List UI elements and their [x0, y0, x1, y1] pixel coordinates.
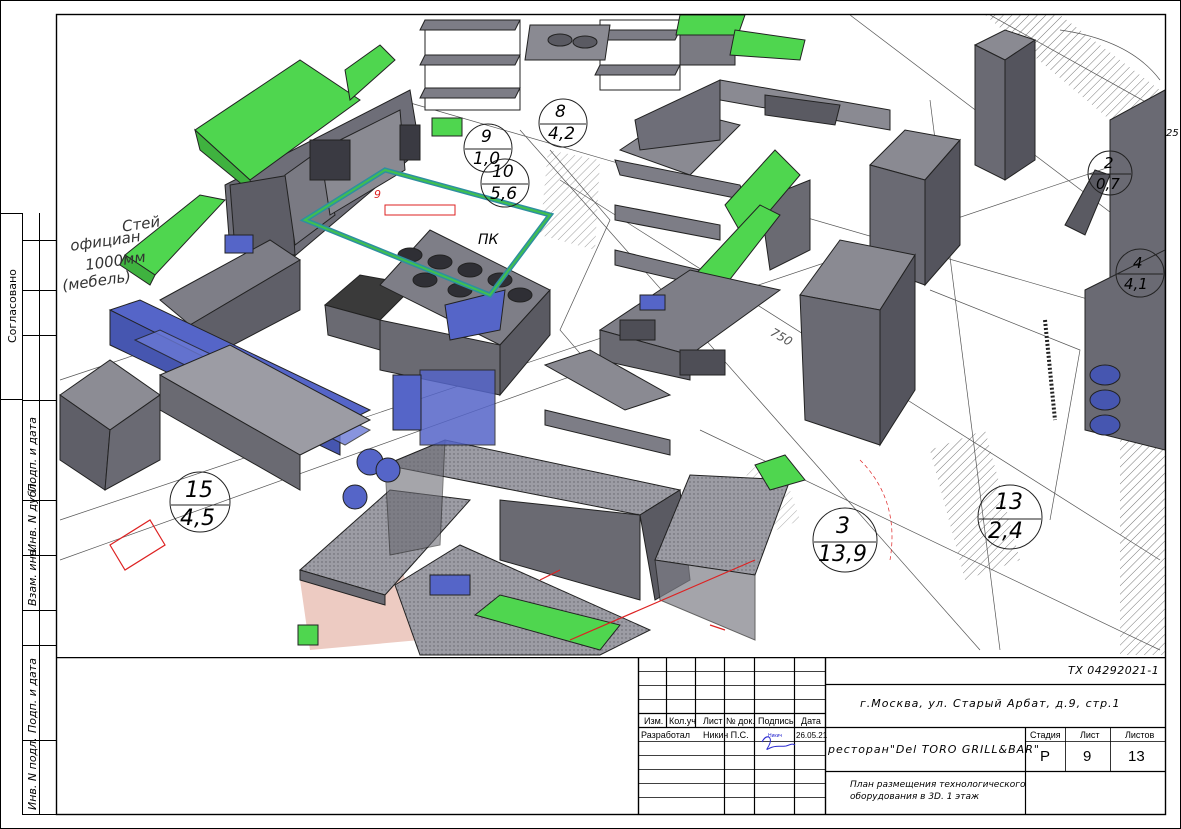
- title-block: [56, 657, 1166, 815]
- zone-13-bottom: 2,4: [988, 519, 1023, 544]
- sheet-title-2: оборудования в 3D. 1 этаж: [850, 792, 980, 802]
- sheets-label: Листов: [1125, 730, 1155, 740]
- zone-4-bottom: 4,1: [1124, 275, 1148, 293]
- sheet-title-1: План размещения технологического: [850, 780, 1026, 790]
- col-doc: № док.: [726, 716, 755, 726]
- zone-3-bottom: 13,9: [818, 542, 867, 567]
- zone-10-top: 10: [492, 162, 514, 182]
- zone-15-top: 15: [185, 478, 213, 503]
- zone-4-top: 4: [1133, 254, 1143, 272]
- project-name: ресторан"Del TORO GRILL&BAR": [828, 743, 1040, 756]
- marker-25: 25: [1166, 128, 1179, 139]
- original-inv-label: Инв. N подл.: [26, 737, 39, 810]
- main-hood-line: [194, 44, 421, 261]
- sheets-value: 13: [1128, 748, 1145, 765]
- equipment-3d-plan: [59, 15, 1165, 656]
- zone-8-top: 8: [555, 102, 566, 122]
- zone-13-top: 13: [995, 490, 1023, 515]
- developer-name: Никич П.С.: [703, 730, 749, 740]
- address: г.Москва, ул. Старый Арбат, д.9, стр.1: [860, 697, 1121, 710]
- developed-label: Разработал: [641, 730, 690, 740]
- col-list: Лист: [703, 716, 723, 726]
- pk-label: ПК: [478, 232, 499, 248]
- col-kol: Кол.уч: [669, 716, 696, 726]
- developer-signature: Никич: [768, 733, 782, 739]
- zone-3-top: 3: [836, 514, 850, 539]
- col-sign: Подпись: [758, 716, 794, 726]
- developer-date: 26.05.21: [796, 731, 828, 740]
- col-date: Дата: [801, 716, 821, 726]
- sheet-label: Лист: [1080, 730, 1100, 740]
- sign-date-label-2: Подп. и дата: [26, 658, 39, 733]
- zone-8-bottom: 4,2: [548, 124, 576, 144]
- zone-2-bottom: 0,7: [1096, 175, 1120, 193]
- marker-9: 9: [374, 188, 381, 201]
- stage-label: Стадия: [1030, 730, 1061, 740]
- zone-9-top: 9: [481, 127, 492, 147]
- stage-value: Р: [1040, 748, 1051, 765]
- approval-label: Согласовано: [6, 269, 19, 343]
- zone-10-bottom: 5,6: [490, 184, 518, 204]
- doc-code: ТХ 04292021-1: [1068, 664, 1160, 677]
- red-hatch-strip: [384, 204, 456, 216]
- sheet-value: 9: [1083, 748, 1092, 765]
- zone-2-top: 2: [1104, 154, 1114, 172]
- zone-15-bottom: 4,5: [180, 506, 215, 531]
- duplicate-no-label: Инв. N дубл.: [26, 479, 39, 552]
- replacement-inv-label: Взам. инв.: [26, 546, 39, 606]
- col-izm: Изм.: [644, 716, 664, 726]
